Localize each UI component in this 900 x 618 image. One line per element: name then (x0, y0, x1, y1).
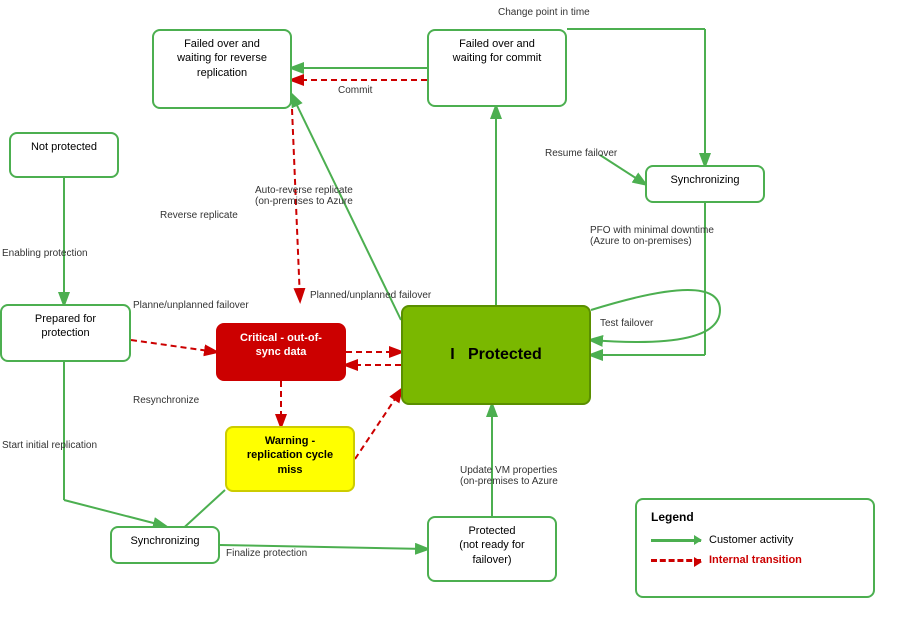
finalize-protection-label: Finalize protection (226, 548, 307, 559)
failed-over-commit-label: Failed over andwaiting for commit (453, 38, 542, 64)
enabling-protection-label: Enabling protection (2, 248, 88, 259)
internal-transition-label: Internal transition (709, 554, 802, 566)
prepared-for-protection-node: Prepared forprotection (0, 304, 131, 362)
synchronizing-top-node: Synchronizing (645, 165, 765, 203)
customer-activity-label: Customer activity (709, 534, 793, 546)
synchronizing-top-label: Synchronizing (670, 174, 739, 186)
legend-title: Legend (651, 510, 859, 524)
critical-label: Critical - out-of-sync data (240, 332, 322, 358)
protected-main-node: I Protected (401, 305, 591, 405)
diagram-container: Not protected Prepared forprotection Fai… (0, 0, 900, 618)
auto-reverse-label: Auto-reverse replicate(on-premises to Az… (255, 185, 395, 207)
prepared-label: Prepared forprotection (35, 313, 96, 339)
start-initial-replication-label: Start initial replication (2, 440, 102, 451)
synchronizing-bottom-label: Synchronizing (130, 535, 199, 547)
critical-out-of-sync-node: Critical - out-of-sync data (216, 323, 346, 381)
test-failover-label: Test failover (600, 318, 653, 329)
protected-not-ready-node: Protected(not ready forfailover) (427, 516, 557, 582)
planne-unplanned-label: Planne/unplanned failover (133, 300, 249, 311)
solid-arrow-icon (651, 539, 701, 542)
not-protected-node: Not protected (9, 132, 119, 178)
failed-over-reverse-node: Failed over andwaiting for reversereplic… (152, 29, 292, 109)
legend-internal-row: Internal transition (651, 554, 859, 566)
change-point-label: Change point in time (498, 7, 590, 18)
dashed-arrow-icon (651, 559, 701, 562)
warning-replication-node: Warning -replication cyclemiss (225, 426, 355, 492)
legend-box: Legend Customer activity Internal transi… (635, 498, 875, 598)
synchronizing-bottom-node: Synchronizing (110, 526, 220, 564)
not-protected-label: Not protected (31, 141, 97, 153)
protected-main-label: I Protected (450, 345, 542, 366)
resynchronize-label: Resynchronize (133, 395, 199, 406)
update-vm-label: Update VM properties(on-premises to Azur… (460, 465, 570, 487)
reverse-replicate-label: Reverse replicate (160, 210, 238, 221)
resume-failover-label: Resume failover (545, 148, 617, 159)
commit-label: Commit (338, 85, 372, 96)
planned-unplanned-label2: Planned/unplanned failover (310, 290, 431, 301)
warning-label: Warning -replication cyclemiss (247, 435, 333, 476)
legend-customer-row: Customer activity (651, 534, 859, 546)
failed-over-reverse-label: Failed over andwaiting for reversereplic… (177, 38, 267, 79)
pfo-minimal-label: PFO with minimal downtime(Azure to on-pr… (590, 225, 750, 247)
failed-over-commit-node: Failed over andwaiting for commit (427, 29, 567, 107)
protected-not-ready-label: Protected(not ready forfailover) (459, 525, 524, 566)
